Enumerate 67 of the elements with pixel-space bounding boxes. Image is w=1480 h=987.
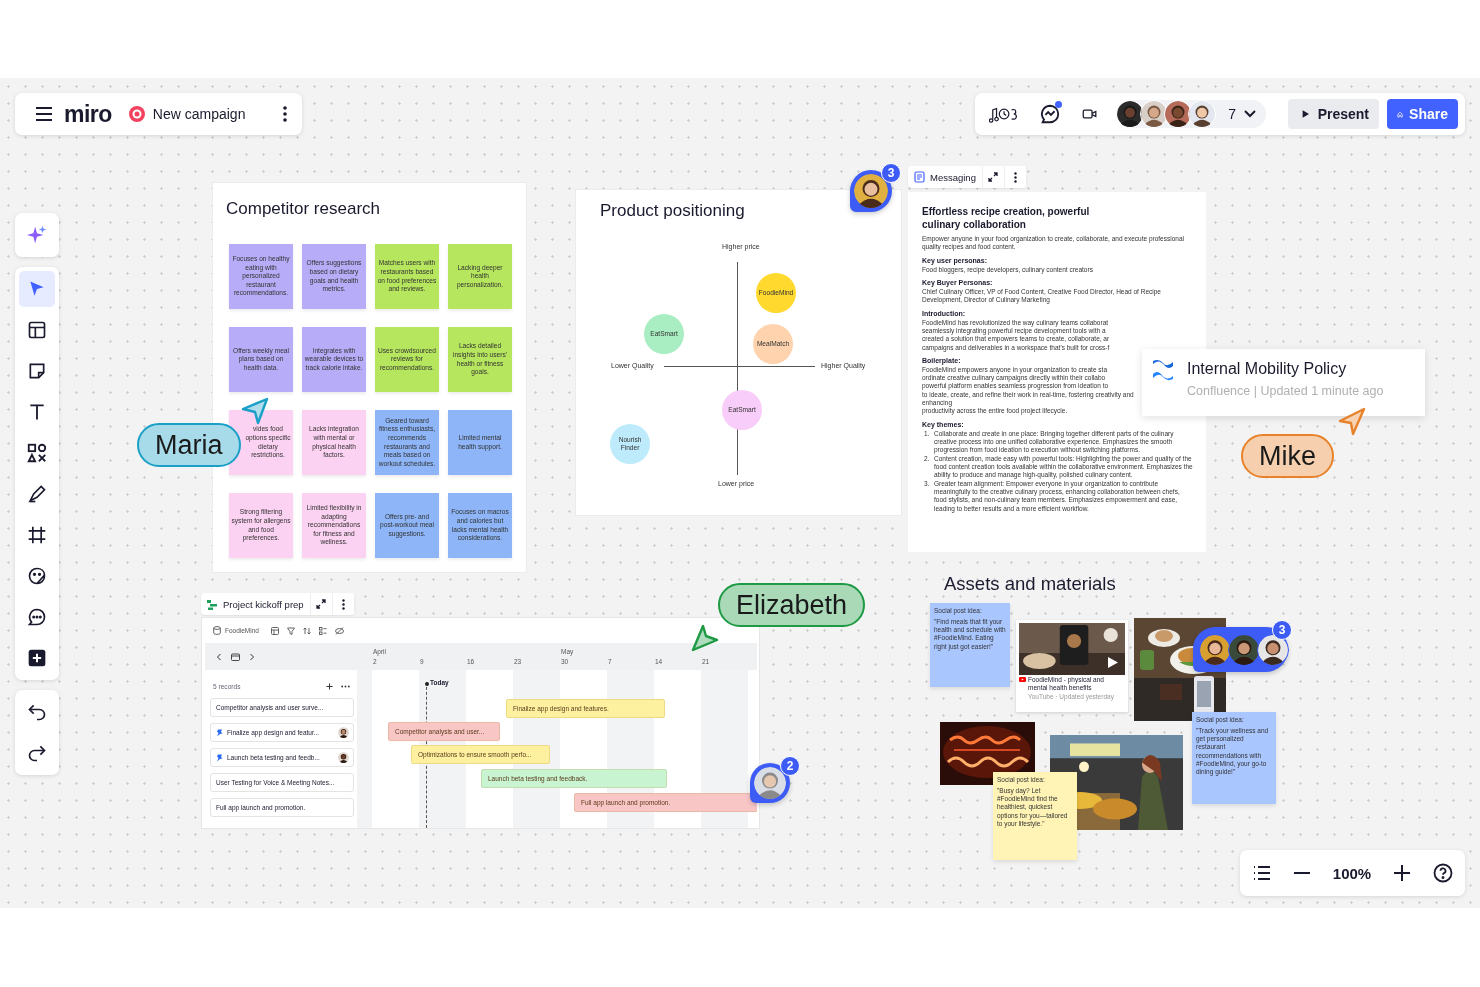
sticker-icon	[27, 566, 47, 586]
sort-icon[interactable]	[302, 626, 311, 635]
help-icon[interactable]	[1433, 863, 1453, 883]
board-name[interactable]: New campaign	[152, 106, 282, 122]
undo-icon	[27, 702, 47, 722]
cursor-icon	[240, 396, 270, 426]
frame-title: Product positioning	[600, 201, 745, 221]
cursor-label: Mike	[1241, 434, 1334, 478]
pen-icon	[27, 484, 47, 504]
link-card[interactable]: Internal Mobility Policy Confluence | Updated 1 minute ago	[1142, 349, 1425, 416]
chevron-right-icon[interactable]	[249, 652, 255, 661]
document-icon	[914, 171, 925, 183]
kebab-icon	[1013, 171, 1017, 183]
collaborators-button[interactable]: 7	[1116, 100, 1266, 128]
avatar	[1188, 100, 1217, 128]
section-title: Assets and materials	[944, 573, 1116, 595]
list-icon[interactable]	[1253, 866, 1271, 880]
doc-tab[interactable]: Messaging	[908, 166, 983, 188]
filter-icon[interactable]	[286, 626, 295, 635]
target-icon	[127, 105, 146, 123]
layout-icon[interactable]	[270, 626, 279, 635]
shapes-icon	[26, 442, 48, 464]
cursor-label: Maria	[137, 423, 241, 467]
more-icon[interactable]	[341, 684, 350, 688]
zoom-in-icon[interactable]	[1394, 865, 1411, 881]
redo-icon	[27, 743, 47, 763]
expand-icon	[988, 172, 999, 182]
cursor-icon	[690, 623, 720, 653]
timeline-icon	[207, 598, 218, 610]
calendar-icon[interactable]	[231, 652, 240, 661]
logo[interactable]: miro	[64, 100, 112, 128]
menu-icon[interactable]	[35, 106, 53, 122]
frame-icon	[27, 525, 47, 545]
expand-icon	[316, 599, 327, 609]
share-button[interactable]: Share	[1387, 99, 1458, 129]
comment-thread[interactable]	[1193, 627, 1288, 672]
fields-icon[interactable]	[318, 626, 327, 635]
avatar	[338, 727, 349, 738]
text-icon	[27, 402, 47, 422]
timeline-tab[interactable]: Project kickoff prep	[201, 593, 311, 615]
layout-icon	[27, 320, 47, 340]
plus-icon[interactable]	[326, 682, 333, 690]
frame-title: Competitor research	[226, 199, 381, 219]
avatar	[854, 174, 888, 208]
card-title: Internal Mobility Policy	[1187, 360, 1348, 378]
caret-icon	[1244, 110, 1256, 118]
avatar	[754, 767, 786, 799]
chevron-left-icon[interactable]	[216, 652, 222, 661]
database-icon	[213, 626, 221, 635]
kebab-icon[interactable]	[282, 105, 288, 123]
kebab-icon	[341, 598, 345, 610]
video-logo-icon	[1019, 677, 1026, 682]
play-icon[interactable]	[1107, 656, 1119, 669]
comment-icon	[27, 607, 47, 627]
document-title: Effortless recipe creation, powerful culinary collaboration	[922, 206, 1091, 231]
sticky-note-icon	[27, 361, 47, 381]
cursor-label: Elizabeth	[718, 583, 866, 627]
avatar	[1228, 633, 1260, 666]
card-meta: Confluence | Updated 1 minute ago	[1187, 384, 1384, 398]
avatar	[1199, 633, 1231, 666]
avatar	[338, 752, 349, 763]
cursor-icon	[1337, 406, 1367, 436]
zoom-level[interactable]: 100%	[1332, 864, 1372, 882]
hide-icon[interactable]	[334, 626, 344, 635]
chat-icon[interactable]	[1039, 103, 1062, 125]
present-button[interactable]: Present	[1288, 99, 1379, 129]
plus-icon	[27, 648, 47, 668]
